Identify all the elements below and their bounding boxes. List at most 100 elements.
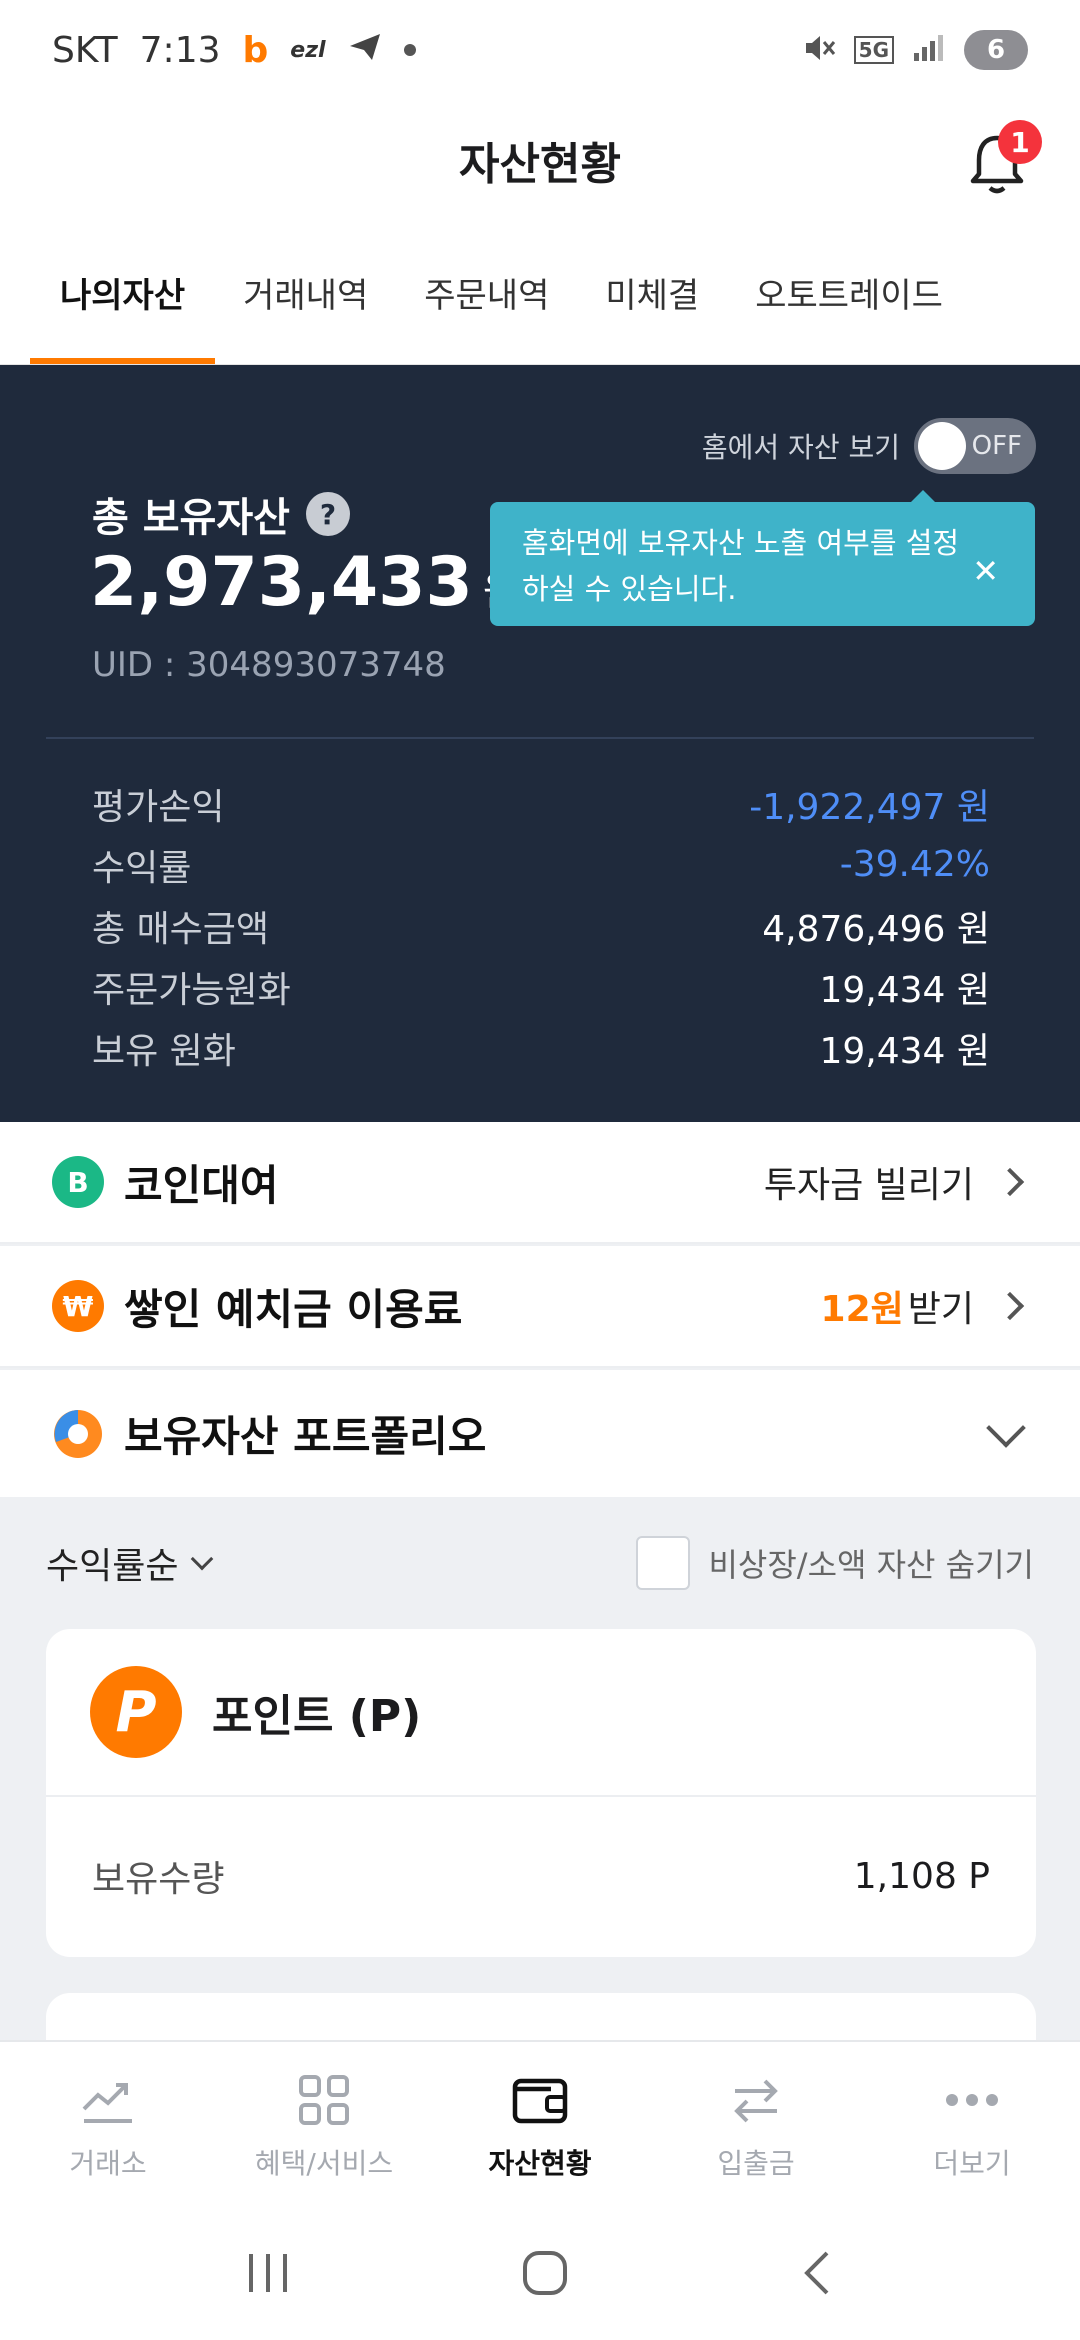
back-button[interactable]	[797, 2248, 837, 2302]
pie-chart-icon	[52, 1408, 104, 1460]
point-quantity-label: 보유수량	[92, 1859, 225, 1900]
toggle-knob	[918, 422, 966, 470]
portfolio-label: 보유자산 포트폴리오	[124, 1412, 487, 1461]
asset-summary-panel: 홈에서 자산 보기 OFF 총 보유자산 ? 2,973,433 원 UID :…	[0, 365, 1080, 1122]
tooltip-close-icon[interactable]: ✕	[972, 548, 999, 594]
pnl-value: -1,922,497 원	[749, 786, 990, 828]
nav-exchange-label: 거래소	[69, 2147, 147, 2180]
nav-assets[interactable]: 자산현황	[432, 2042, 648, 2210]
chart-trend-icon	[78, 2070, 138, 2130]
summary-row-held-krw: 보유 원화 19,434 원	[92, 1017, 990, 1078]
portfolio-expand[interactable]	[986, 1407, 1026, 1448]
chevron-right-icon	[995, 1167, 1025, 1197]
total-buy-value: 4,876,496 원	[762, 908, 990, 950]
app-notification-icon: b	[242, 29, 269, 71]
transfer-arrows-icon	[726, 2070, 786, 2130]
nav-benefits[interactable]: 혜택/서비스	[216, 2042, 432, 2210]
nav-benefits-label: 혜택/서비스	[254, 2147, 394, 2180]
summary-row-total-buy: 총 매수금액 4,876,496 원	[92, 895, 990, 956]
summary-row-pnl: 평가손익 -1,922,497 원	[92, 773, 990, 834]
nav-exchange[interactable]: 거래소	[0, 2042, 216, 2210]
nav-more[interactable]: 더보기	[864, 2042, 1080, 2210]
tab-order-history[interactable]: 주문내역	[396, 220, 577, 364]
tab-auto-trade[interactable]: 오토트레이드	[727, 220, 971, 364]
mute-icon	[802, 31, 836, 69]
return-label: 수익률	[92, 847, 192, 889]
chevron-down-icon	[986, 1407, 1026, 1448]
coin-loan-action[interactable]: 투자금 빌리기	[763, 1156, 1025, 1208]
deposit-fee-row[interactable]: ₩ 쌓인 예치금 이용료 12원 받기	[0, 1246, 1080, 1368]
coin-loan-row[interactable]: B 코인대여 투자금 빌리기	[0, 1122, 1080, 1244]
home-asset-tooltip: 홈화면에 보유자산 노출 여부를 설정하실 수 있습니다. ✕	[490, 490, 1035, 626]
time: 7:13	[139, 29, 221, 71]
notification-badge: 1	[998, 120, 1042, 164]
asset-filter-bar: 수익률순 비상장/소액 자산 숨기기	[0, 1497, 1080, 1629]
asset-tabs: 나의자산 거래내역 주문내역 미체결 오토트레이드	[0, 220, 1080, 365]
tooltip-text: 홈화면에 보유자산 노출 여부를 설정하실 수 있습니다.	[522, 526, 960, 606]
total-assets-label: 총 보유자산	[92, 495, 290, 541]
more-dots-icon	[942, 2070, 1002, 2130]
page-title: 자산현황	[459, 139, 621, 190]
hide-small-assets-checkbox[interactable]	[636, 1536, 691, 1590]
carrier: SKT	[52, 29, 118, 71]
summary-divider	[46, 737, 1034, 739]
orderable-krw-label: 주문가능원화	[92, 969, 291, 1011]
total-buy-label: 총 매수금액	[92, 908, 270, 950]
nav-deposit-withdraw[interactable]: 입출금	[648, 2042, 864, 2210]
telegram-icon	[348, 30, 382, 71]
deposit-fee-action-label: 받기	[907, 1289, 974, 1330]
user-id: UID : 304893073748	[92, 645, 446, 685]
wallet-icon	[510, 2070, 570, 2130]
toggle-state: OFF	[971, 431, 1022, 461]
more-notifications-dot	[403, 44, 416, 56]
orderable-krw-value: 19,434 원	[819, 969, 990, 1011]
sort-label: 수익률순	[46, 1546, 179, 1587]
grid-icon	[294, 2070, 354, 2130]
deposit-fee-label: 쌓인 예치금 이용료	[124, 1284, 463, 1334]
chevron-right-icon	[995, 1291, 1025, 1321]
bottom-navigation: 거래소 혜택/서비스 자산현황 입출금 더보기	[0, 2040, 1080, 2210]
status-bar: SKT 7:13 b ezl 5G 6	[0, 0, 1080, 100]
home-asset-toggle-row: 홈에서 자산 보기 OFF	[702, 418, 1036, 474]
system-navigation-bar	[0, 2210, 1080, 2340]
money-bag-bitcoin-icon: B	[52, 1156, 104, 1208]
notification-button[interactable]: 1	[962, 120, 1042, 198]
app-header: 자산현황 1	[0, 100, 1080, 220]
point-asset-card[interactable]: P 포인트 (P) 보유수량 1,108 P	[46, 1629, 1036, 1957]
hide-small-assets[interactable]: 비상장/소액 자산 숨기기	[636, 1536, 1034, 1590]
tab-trade-history[interactable]: 거래내역	[215, 220, 396, 364]
money-bag-won-icon: ₩	[52, 1280, 104, 1332]
hide-small-assets-label: 비상장/소액 자산 숨기기	[708, 1546, 1034, 1584]
help-icon[interactable]: ?	[305, 492, 350, 536]
deposit-fee-amount: 12원	[820, 1289, 904, 1330]
total-assets-amount: 2,973,433	[90, 543, 473, 622]
total-assets-amount-row: 2,973,433 원	[90, 543, 520, 622]
coin-loan-label: 코인대여	[124, 1160, 279, 1210]
recent-apps-button[interactable]	[243, 2250, 293, 2300]
network-icon: 5G	[853, 36, 894, 64]
return-value: -39.42%	[839, 844, 990, 885]
ezl-notification-icon: ezl	[290, 37, 326, 63]
home-asset-toggle[interactable]: OFF	[914, 418, 1036, 474]
point-card-header: P 포인트 (P)	[46, 1629, 1036, 1797]
chevron-down-icon	[191, 1547, 214, 1571]
point-quantity-value: 1,108 P	[853, 1855, 990, 1897]
tab-my-assets[interactable]: 나의자산	[0, 220, 216, 364]
held-krw-label: 보유 원화	[92, 1030, 236, 1072]
pnl-label: 평가손익	[92, 786, 225, 828]
battery-indicator: 6	[964, 30, 1028, 70]
deposit-fee-claim[interactable]: 12원 받기	[820, 1280, 1025, 1332]
summary-rows: 평가손익 -1,922,497 원 수익률 -39.42% 총 매수금액 4,8…	[92, 773, 990, 1078]
sort-dropdown[interactable]: 수익률순	[46, 1537, 214, 1589]
nav-deposit-withdraw-label: 입출금	[717, 2147, 795, 2180]
point-quantity-row: 보유수량 1,108 P	[46, 1797, 1036, 1955]
coin-loan-action-label: 투자금 빌리기	[763, 1165, 974, 1206]
home-asset-toggle-label: 홈에서 자산 보기	[701, 431, 900, 464]
tab-pending-orders[interactable]: 미체결	[577, 220, 727, 364]
portfolio-row[interactable]: 보유자산 포트폴리오	[0, 1370, 1080, 1497]
signal-icon	[912, 33, 946, 67]
held-krw-value: 19,434 원	[819, 1030, 990, 1072]
home-button[interactable]	[520, 2248, 570, 2302]
nav-assets-label: 자산현황	[488, 2147, 592, 2180]
total-assets-label-row: 총 보유자산 ?	[92, 485, 350, 543]
